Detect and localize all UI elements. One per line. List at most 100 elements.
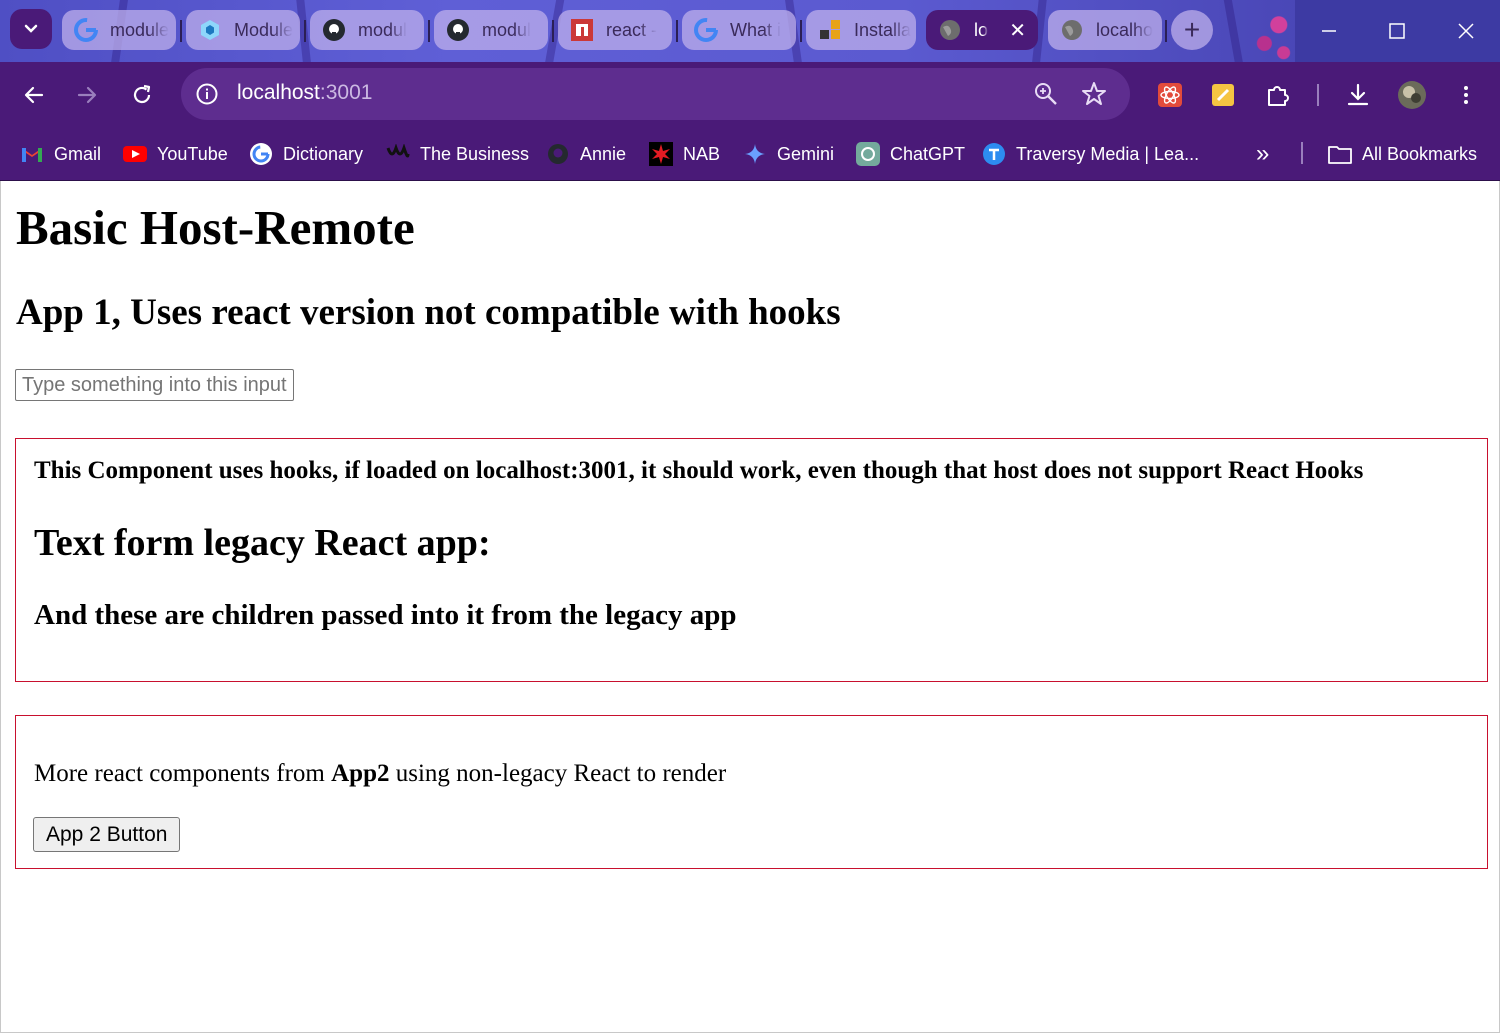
hooks-notice: This Component uses hooks, if loaded on … xyxy=(34,457,1364,484)
tab-title: lo xyxy=(974,19,989,40)
google-g-icon xyxy=(694,18,718,42)
back-button[interactable] xyxy=(14,75,54,115)
globe-icon xyxy=(938,18,962,42)
reload-icon xyxy=(133,84,151,104)
tab-1[interactable]: module xyxy=(62,10,176,50)
extensions-button[interactable] xyxy=(1258,75,1298,115)
app2-components-box: More react components from App2 using no… xyxy=(15,715,1488,869)
close-window-button[interactable] xyxy=(1431,0,1500,62)
bookmark-gmail[interactable]: Gmail xyxy=(20,136,101,172)
tab-title: module xyxy=(110,19,170,40)
bookmark-youtube[interactable]: YouTube xyxy=(123,136,228,172)
maximize-icon xyxy=(1389,23,1405,39)
app2-description: More react components from App2 using no… xyxy=(34,760,727,787)
google-g-icon xyxy=(74,18,98,42)
traversy-icon xyxy=(982,142,1006,166)
all-bookmarks-button[interactable]: All Bookmarks xyxy=(1328,136,1477,172)
forward-button[interactable] xyxy=(67,75,107,115)
gemini-sparkle-icon xyxy=(743,142,767,166)
plus-icon: + xyxy=(1183,14,1201,45)
address-bar[interactable]: localhost:3001 xyxy=(181,68,1130,120)
downloads-button[interactable] xyxy=(1338,75,1378,115)
tab-2[interactable]: Module xyxy=(186,10,300,50)
maximize-button[interactable] xyxy=(1363,0,1431,62)
chatgpt-icon xyxy=(856,142,880,166)
react-extension-icon xyxy=(1158,83,1182,107)
tab-title: What i xyxy=(730,19,782,40)
arrow-right-icon xyxy=(77,86,97,104)
arrow-left-icon xyxy=(24,86,44,104)
app2-button[interactable]: App 2 Button xyxy=(33,817,181,852)
tab-title: modul xyxy=(358,19,408,40)
bookmarks-overflow-button[interactable]: » xyxy=(1256,136,1269,172)
tab-9[interactable]: localho xyxy=(1048,10,1162,50)
browser-toolbar: localhost:3001 xyxy=(0,62,1500,128)
close-tab-icon[interactable]: ✕ xyxy=(1009,18,1026,43)
tab-4[interactable]: modul xyxy=(434,10,548,50)
tab-search-button[interactable] xyxy=(10,9,52,49)
app1-heading: App 1, Uses react version not compatible… xyxy=(16,292,841,333)
download-icon xyxy=(1347,83,1369,106)
npm-icon xyxy=(570,18,594,42)
tab-3[interactable]: modul xyxy=(310,10,424,50)
bookmark-chatgpt[interactable]: ChatGPT xyxy=(856,136,965,172)
tab-title: localho xyxy=(1096,19,1154,40)
github-icon xyxy=(322,18,346,42)
chevron-down-icon xyxy=(24,24,38,33)
puzzle-icon xyxy=(1268,86,1289,106)
extension-react-devtools[interactable] xyxy=(1150,75,1190,115)
reload-button[interactable] xyxy=(122,75,162,115)
avatar xyxy=(1398,81,1426,109)
bookmarks-divider xyxy=(1301,142,1303,164)
bookmark-the-business[interactable]: The Business xyxy=(386,136,529,172)
tab-title: Module xyxy=(234,19,294,40)
page-title: Basic Host-Remote xyxy=(16,200,415,255)
tab-7[interactable]: Installa xyxy=(806,10,916,50)
tab-title: react - xyxy=(606,19,658,40)
site-info-icon[interactable] xyxy=(195,82,219,111)
blocks-icon xyxy=(818,18,842,42)
page-content: Basic Host-Remote App 1, Uses react vers… xyxy=(0,181,1500,1033)
bookmark-dictionary[interactable]: Dictionary xyxy=(249,136,363,172)
nab-star-icon xyxy=(649,142,673,166)
globe-icon xyxy=(1060,18,1084,42)
children-text: And these are children passed into it fr… xyxy=(34,599,737,631)
text-input[interactable] xyxy=(15,369,294,401)
tab-5[interactable]: react - xyxy=(558,10,672,50)
kebab-menu-icon xyxy=(1464,86,1468,104)
zoom-icon[interactable] xyxy=(1033,81,1059,112)
double-chevron-right-icon: » xyxy=(1256,140,1270,167)
browser-chrome: module Module modul modul react - What i… xyxy=(0,0,1500,181)
extension-notes[interactable] xyxy=(1203,75,1243,115)
tab-title: modul xyxy=(482,19,532,40)
google-g-icon xyxy=(249,142,273,166)
bookmark-gemini[interactable]: Gemini xyxy=(743,136,834,172)
bookmarks-bar: Gmail YouTube Dictionary The Business An… xyxy=(0,128,1500,181)
bookmark-star-icon[interactable] xyxy=(1081,81,1107,112)
url-text: localhost:3001 xyxy=(237,81,373,104)
notes-extension-icon xyxy=(1212,84,1234,106)
bookmark-nab[interactable]: NAB xyxy=(649,136,720,172)
new-tab-button[interactable]: + xyxy=(1171,10,1213,50)
close-icon xyxy=(1457,23,1474,39)
menu-button[interactable] xyxy=(1446,75,1486,115)
profile-button[interactable] xyxy=(1392,75,1432,115)
minimize-button[interactable] xyxy=(1295,0,1363,62)
tab-active[interactable]: lo ✕ xyxy=(926,10,1038,50)
toolbar-divider xyxy=(1317,84,1319,106)
bookmark-annie[interactable]: Annie xyxy=(546,136,626,172)
tab-strip: module Module modul modul react - What i… xyxy=(0,0,1500,62)
github-icon xyxy=(546,142,570,166)
bookmark-traversy-media[interactable]: Traversy Media | Lea... xyxy=(982,136,1199,172)
wallpaper-coral xyxy=(1250,0,1298,62)
tab-6[interactable]: What i xyxy=(682,10,796,50)
webpack-cube-icon xyxy=(198,18,222,42)
github-icon xyxy=(446,18,470,42)
tab-title: Installa xyxy=(854,19,912,40)
folder-icon xyxy=(1328,142,1352,166)
minimize-icon xyxy=(1322,30,1336,32)
legacy-text-heading: Text form legacy React app: xyxy=(34,522,491,564)
abc-icon xyxy=(386,142,410,166)
youtube-icon xyxy=(123,142,147,166)
hooks-component-box: This Component uses hooks, if loaded on … xyxy=(15,438,1488,682)
